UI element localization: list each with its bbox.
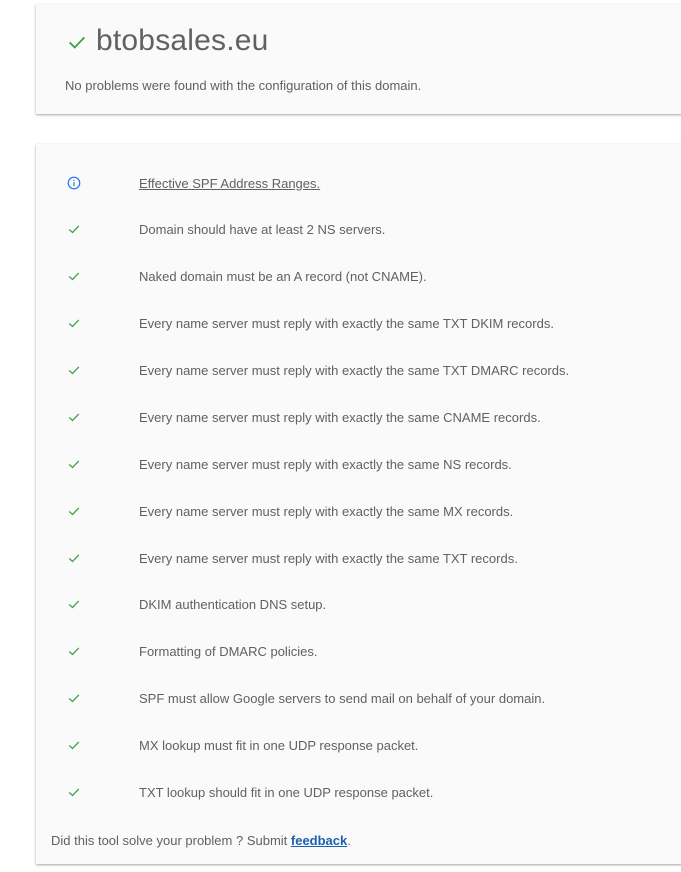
info-icon (67, 176, 81, 190)
check-icon (67, 551, 81, 565)
check-row: Every name server must reply with exactl… (36, 501, 656, 521)
check-icon (67, 691, 81, 705)
check-row: Domain should have at least 2 NS servers… (36, 219, 656, 239)
spf-ranges-link[interactable]: Effective SPF Address Ranges. (139, 176, 320, 191)
checks-card: Effective SPF Address Ranges. Domain sho… (36, 144, 681, 864)
summary-title: btobsales.eu (66, 24, 269, 58)
check-label: Every name server must reply with exactl… (139, 362, 570, 378)
check-icon (67, 269, 81, 283)
check-row: Every name server must reply with exactl… (36, 407, 656, 427)
check-icon (67, 363, 81, 377)
check-label: Every name server must reply with exactl… (139, 503, 514, 519)
check-row: MX lookup must fit in one UDP response p… (36, 735, 656, 755)
check-row: Formatting of DMARC policies. (36, 641, 656, 661)
check-label: Every name server must reply with exactl… (139, 409, 541, 425)
check-label: Every name server must reply with exactl… (139, 456, 512, 472)
check-row-spf-ranges[interactable]: Effective SPF Address Ranges. (36, 173, 656, 193)
check-row: DKIM authentication DNS setup. (36, 594, 656, 614)
check-icon (67, 457, 81, 471)
check-label: TXT lookup should fit in one UDP respons… (139, 784, 434, 800)
check-row: Every name server must reply with exactl… (36, 313, 656, 333)
check-row: Every name server must reply with exactl… (36, 454, 656, 474)
check-row: SPF must allow Google servers to send ma… (36, 688, 656, 708)
check-label: Formatting of DMARC policies. (139, 643, 318, 659)
check-label: SPF must allow Google servers to send ma… (139, 690, 546, 706)
check-label: Every name server must reply with exactl… (139, 315, 554, 331)
check-icon (67, 644, 81, 658)
check-icon (67, 504, 81, 518)
feedback-link[interactable]: feedback (291, 833, 347, 848)
check-icon (67, 597, 81, 611)
check-label: Every name server must reply with exactl… (139, 550, 518, 566)
check-label: Domain should have at least 2 NS servers… (139, 221, 386, 237)
check-icon (67, 785, 81, 799)
check-icon (67, 410, 81, 424)
check-icon (69, 36, 85, 49)
feedback-prefix: Did this tool solve your problem ? Submi… (51, 833, 291, 848)
feedback-suffix: . (347, 833, 351, 848)
check-icon (67, 316, 81, 330)
check-label: MX lookup must fit in one UDP response p… (139, 737, 419, 753)
check-label: DKIM authentication DNS setup. (139, 596, 327, 612)
domain-name: btobsales.eu (96, 24, 269, 57)
check-icon (67, 222, 81, 236)
check-label: Naked domain must be an A record (not CN… (139, 268, 427, 284)
check-row: Every name server must reply with exactl… (36, 360, 656, 380)
summary-message: No problems were found with the configur… (65, 78, 422, 93)
check-row: Every name server must reply with exactl… (36, 548, 656, 568)
check-icon (67, 738, 81, 752)
check-row: TXT lookup should fit in one UDP respons… (36, 782, 656, 802)
feedback-footer: Did this tool solve your problem ? Submi… (51, 833, 351, 848)
summary-card: btobsales.eu No problems were found with… (36, 4, 681, 114)
check-row: Naked domain must be an A record (not CN… (36, 266, 656, 286)
